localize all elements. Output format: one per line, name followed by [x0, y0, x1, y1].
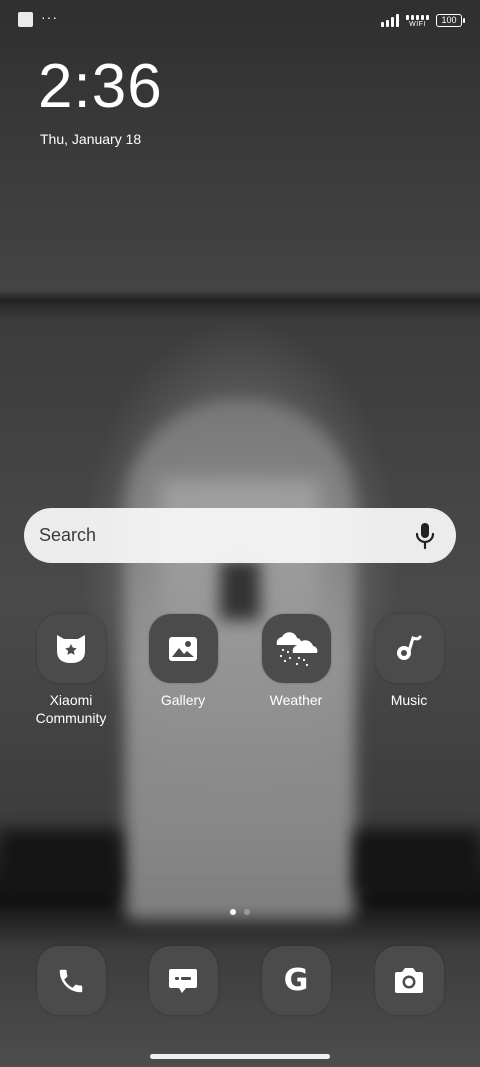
- app-label: Music: [390, 692, 428, 708]
- app-gallery[interactable]: Gallery: [133, 614, 233, 709]
- notification-icon: [18, 12, 33, 27]
- dock-phone[interactable]: [21, 946, 121, 1015]
- app-xiaomi-community[interactable]: Xiaomi Community: [21, 614, 121, 727]
- microphone-icon[interactable]: [414, 522, 436, 550]
- dock-messages[interactable]: [133, 946, 233, 1015]
- weather-icon[interactable]: [261, 614, 331, 683]
- wifi-icon: WIFI: [406, 12, 429, 28]
- dock-camera[interactable]: [359, 946, 459, 1015]
- battery-icon: 100: [436, 13, 465, 27]
- google-glyph: G: [283, 963, 309, 998]
- app-label: Weather: [269, 692, 323, 708]
- xiaomi-community-icon[interactable]: [36, 614, 106, 683]
- app-label: Gallery: [160, 692, 206, 708]
- page-dot: [244, 909, 250, 915]
- cellular-signal-icon: [381, 13, 399, 27]
- wifi-label: WIFI: [409, 21, 426, 28]
- clock-time[interactable]: 2:36: [38, 56, 163, 118]
- clock-date[interactable]: Thu, January 18: [40, 131, 141, 147]
- home-indicator[interactable]: [150, 1054, 330, 1059]
- more-notifications-indicator: ···: [41, 8, 58, 25]
- music-icon[interactable]: [374, 614, 444, 683]
- dock-google[interactable]: G: [246, 946, 346, 1015]
- app-label: Xiaomi Community: [35, 692, 107, 726]
- gallery-icon[interactable]: [148, 614, 218, 683]
- phone-icon[interactable]: [36, 946, 106, 1015]
- messages-icon[interactable]: [148, 946, 218, 1015]
- google-icon[interactable]: G: [261, 946, 331, 1015]
- app-music[interactable]: Music: [359, 614, 459, 709]
- battery-level: 100: [441, 14, 457, 25]
- search-placeholder: Search: [39, 525, 97, 545]
- search-bar[interactable]: Search: [24, 508, 456, 563]
- page-indicator: [0, 909, 480, 915]
- status-bar: ··· WIFI 100: [0, 0, 480, 40]
- page-dot-active: [230, 909, 236, 915]
- app-weather[interactable]: Weather: [246, 614, 346, 709]
- camera-icon[interactable]: [374, 946, 444, 1015]
